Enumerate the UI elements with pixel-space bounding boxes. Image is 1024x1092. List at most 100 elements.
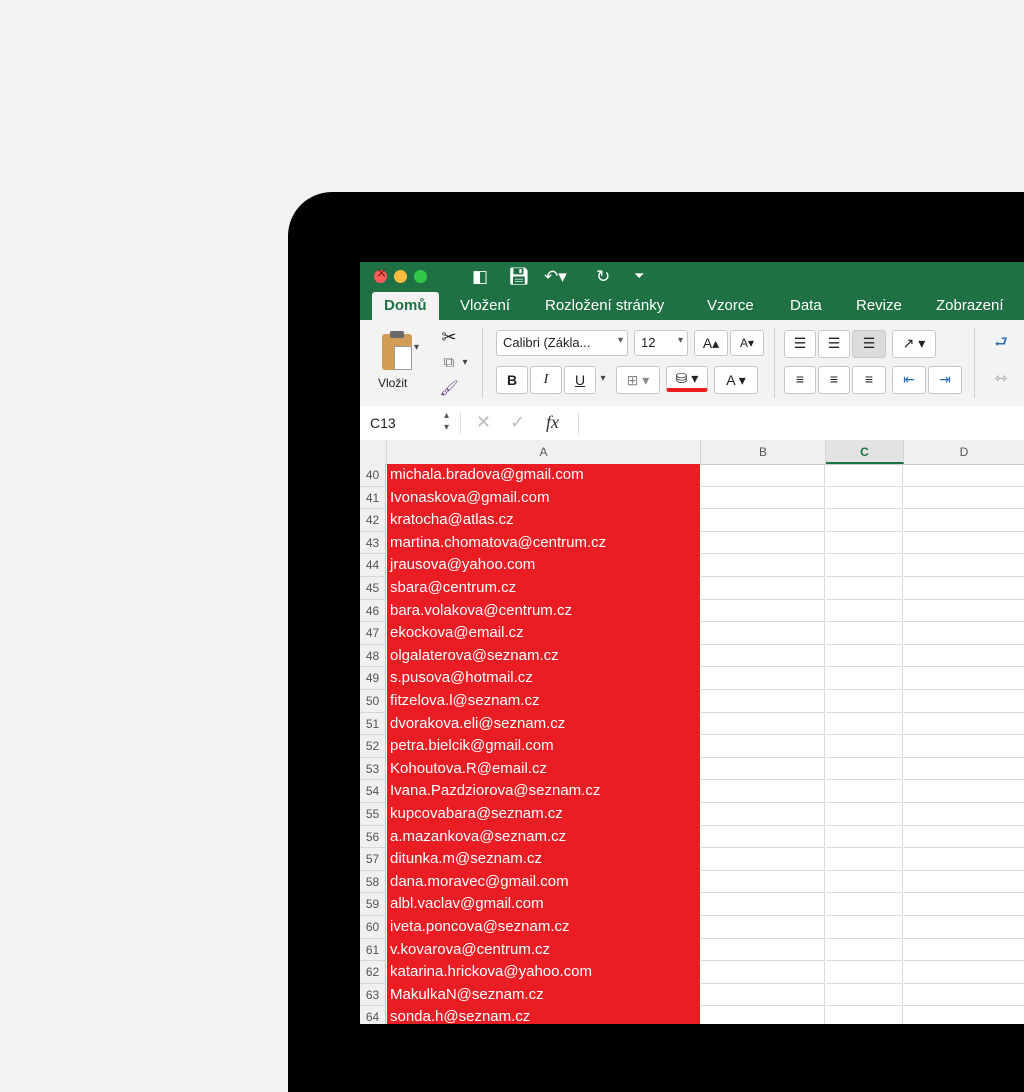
increase-font-button[interactable]: A▴ [694,330,728,356]
cell-a[interactable]: MakulkaN@seznam.cz [387,983,700,1007]
insert-function-button[interactable]: fx [546,412,559,433]
name-box-stepper-icon[interactable]: ▴ ▾ [444,410,449,434]
wrap-text-icon[interactable]: ⮐ [986,330,1016,356]
cell-c[interactable] [826,825,903,849]
cell-c[interactable] [826,486,903,510]
column-header-d[interactable]: D [904,440,1024,464]
cell-d[interactable] [904,893,1024,916]
row-number[interactable]: 61 [360,938,386,962]
cell-c[interactable] [826,667,903,690]
row-number[interactable]: 60 [360,916,386,939]
cell-a[interactable]: a.mazankova@seznam.cz [387,825,700,849]
row-number[interactable]: 62 [360,961,386,984]
orientation-button[interactable]: ↗ ▾ [892,330,936,358]
row-number[interactable]: 48 [360,644,386,668]
save-icon[interactable]: 💾︎ [508,265,530,289]
column-header-a[interactable]: A [387,440,701,464]
row-number[interactable]: 45 [360,577,386,600]
row-number[interactable]: 56 [360,825,386,849]
cell-c[interactable] [826,531,903,555]
row-number[interactable]: 55 [360,803,386,826]
cell-b[interactable] [701,983,825,1007]
cell-d[interactable] [904,713,1024,736]
cell-b[interactable] [701,644,825,668]
cell-d[interactable] [904,939,1024,962]
cell-a[interactable]: Ivonaskova@gmail.com [387,486,700,510]
cancel-icon[interactable]: ✕ [476,412,491,433]
copy-dropdown-icon[interactable]: ▾ [458,350,472,376]
tab-zobrazeni[interactable]: Zobrazení [936,292,1004,320]
bold-button[interactable]: B [496,366,528,394]
align-top-button[interactable]: ☰ [784,330,816,358]
underline-dropdown-icon[interactable]: ▾ [596,366,610,392]
cell-b[interactable] [701,803,825,826]
cell-d[interactable] [904,848,1024,871]
paste-button[interactable]: ▾ Vložit [368,324,428,396]
cell-d[interactable] [904,554,1024,577]
row-number[interactable]: 46 [360,599,386,623]
cell-a[interactable]: Kohoutova.R@email.cz [387,757,700,781]
column-header-c[interactable]: C [826,440,904,464]
row-number[interactable]: 57 [360,848,386,871]
cell-c[interactable] [826,893,903,916]
cell-c[interactable] [826,735,903,758]
row-number[interactable]: 43 [360,531,386,555]
cell-b[interactable] [701,893,825,916]
row-number[interactable]: 50 [360,690,386,713]
cell-b[interactable] [701,848,825,871]
font-color-button[interactable]: A ▾ [714,366,758,394]
cell-a[interactable]: martina.chomatova@centrum.cz [387,531,700,555]
fill-color-button[interactable]: ⛁ ▾ [666,366,708,392]
tab-data[interactable]: Data [790,292,822,320]
cell-d[interactable] [904,984,1024,1007]
borders-button[interactable]: ⊞ ▾ [616,366,660,394]
row-number[interactable]: 42 [360,509,386,532]
cell-d[interactable] [904,735,1024,758]
cell-b[interactable] [701,667,825,690]
cell-b[interactable] [701,735,825,758]
confirm-icon[interactable]: ✓ [510,412,525,433]
column-header-b[interactable]: B [701,440,826,464]
cell-d[interactable] [904,464,1024,487]
select-all-corner[interactable] [360,440,387,464]
cell-c[interactable] [826,554,903,577]
cell-d[interactable] [904,1006,1024,1024]
cell-c[interactable] [826,938,903,962]
redo-icon[interactable]: ↻ [596,265,610,289]
cell-b[interactable] [701,690,825,713]
cell-d[interactable] [904,916,1024,939]
tab-rozlozeni-stranky[interactable]: Rozložení stránky [545,292,664,320]
cell-a[interactable]: katarina.hrickova@yahoo.com [387,961,700,984]
cell-a[interactable]: sbara@centrum.cz [387,577,700,600]
cell-b[interactable] [701,938,825,962]
cell-a[interactable]: iveta.poncova@seznam.cz [387,916,700,939]
cell-a[interactable]: dana.moravec@gmail.com [387,870,700,894]
cell-c[interactable] [826,712,903,736]
undo-icon[interactable]: ↶▾ [544,265,567,289]
cell-a[interactable]: v.kovarova@centrum.cz [387,938,700,962]
row-number[interactable]: 58 [360,870,386,894]
cell-d[interactable] [904,600,1024,623]
decrease-font-button[interactable]: A▾ [730,330,764,356]
increase-indent-button[interactable]: ⇥ [928,366,962,394]
italic-button[interactable]: I [530,366,562,394]
cell-c[interactable] [826,983,903,1007]
cell-a[interactable]: bara.volakova@centrum.cz [387,599,700,623]
cell-b[interactable] [701,961,825,984]
cell-c[interactable] [826,870,903,894]
tab-domu[interactable]: Domů [372,292,439,320]
cell-a[interactable]: jrausova@yahoo.com [387,554,700,577]
cell-d[interactable] [904,532,1024,555]
row-number[interactable]: 44 [360,554,386,577]
close-window-button[interactable] [374,266,387,283]
row-number[interactable]: 53 [360,757,386,781]
cell-c[interactable] [826,803,903,826]
cell-d[interactable] [904,509,1024,532]
cell-c[interactable] [826,916,903,939]
font-name-dropdown[interactable]: Calibri (Zákla... ▾ [496,330,628,356]
name-box[interactable]: C13 [370,415,396,431]
cell-a[interactable]: s.pusova@hotmail.cz [387,667,700,690]
cell-a[interactable]: michala.bradova@gmail.com [387,464,700,487]
sidebar-toggle-icon[interactable]: ◧ [472,265,488,289]
underline-button[interactable]: U [564,366,596,394]
